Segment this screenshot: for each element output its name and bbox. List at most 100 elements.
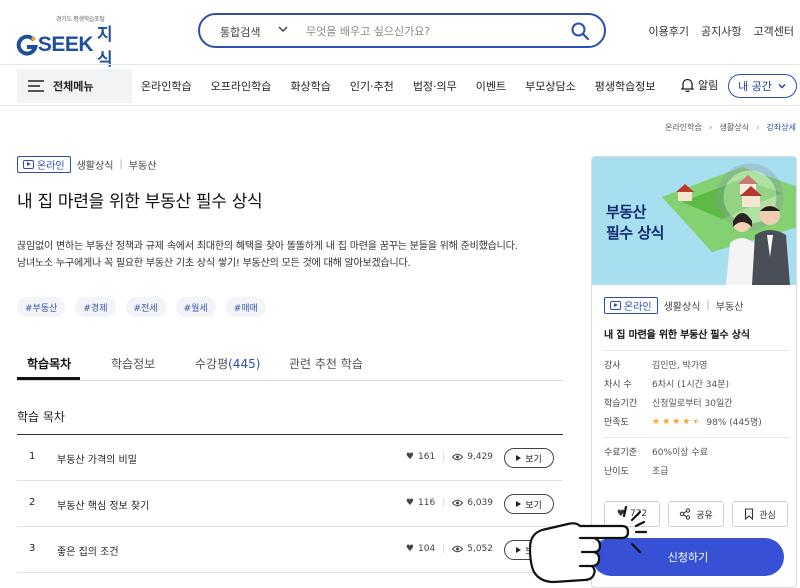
thumbnail-title-line2: 필수 상식 [606,224,664,242]
course-tabs: 학습목차 학습정보 수강평(445) 관련 추천 학습 [17,343,563,381]
view-count: 9,429 [467,452,493,462]
gseek-logo[interactable]: 경기도 평생학습포털 SEEK 지식 [16,14,128,70]
course-subcategory: 부동산 [128,161,157,172]
nav-item-event[interactable]: 이벤트 [476,78,506,94]
description-line: 끊임없이 변하는 부동산 정책과 규제 속에서 최대한의 혜택을 찾아 똘똘하게… [17,241,518,252]
lesson-number: 3 [29,543,36,554]
divider: | [442,452,446,462]
info-row: 난이도 초급 [604,461,789,480]
breadcrumb: 온라인학습 › 생활상식 › 강좌상세 [665,122,796,133]
online-badge-label: 온라인 [37,161,65,172]
breadcrumb-current: 강좌상세 [766,123,796,132]
heart-icon: ♥ [405,544,414,554]
alarm-button[interactable]: 알림 [681,77,718,93]
toc-heading: 학습 목차 [17,410,65,424]
search-category-select[interactable]: 통합검색 [220,24,260,40]
my-space-button[interactable]: 내 공간 [728,74,797,98]
tab-info[interactable]: 학습정보 [111,355,155,372]
completion-value: 60%이상 수료 [652,448,708,458]
card-category-row: 온라인 생활상식 | 부동산 [604,297,743,314]
lesson-number: 2 [29,497,36,508]
bookmark-label: 관심 [759,510,776,521]
like-count: 104 [418,544,436,554]
info-label: 난이도 [604,467,629,477]
online-badge: 온라인 [17,156,71,173]
online-badge-label: 온라인 [624,302,652,313]
breadcrumb-item[interactable]: 온라인학습 [665,122,702,133]
nav-item-popular[interactable]: 인기·추천 [350,78,394,94]
search-input[interactable] [306,22,556,40]
share-button[interactable]: 공유 [668,501,724,527]
info-row: 만족도 ★ ★ ★ ★ ★ 98% (445명) [604,412,789,431]
header: 경기도 평생학습포털 SEEK 지식 통합검색 이용후기 공지사항 고객센터 [0,0,800,70]
tag-chip[interactable]: #부동산 [17,297,66,317]
nav-item-video[interactable]: 화상학습 [290,78,330,94]
info-label: 차시 수 [604,380,632,390]
tab-review[interactable]: 수강평(445) [195,355,260,372]
nav-item-online[interactable]: 온라인학습 [141,78,192,94]
play-icon [516,547,522,553]
view-count: 6,039 [467,498,493,508]
course-category: 생활상식 [76,161,114,172]
info-row: 학습기간 신청일로부터 30일간 [604,393,789,412]
nav-item-info[interactable]: 평생학습정보 [595,78,656,94]
link-reviews[interactable]: 이용후기 [649,23,689,39]
tag-chip[interactable]: #경제 [75,297,116,317]
toc-list: 1 부동산 가격의 비밀 ♥ 161 | 9,429 보기 2 부동산 핵심 정… [17,434,563,573]
lesson-stats: ♥ 104 | 5,052 [406,544,493,554]
nav-item-legal[interactable]: 법정·의무 [413,78,457,94]
course-thumbnail: 부동산 필수 상식 [592,157,796,285]
link-support[interactable]: 고객센터 [754,23,794,39]
divider: | [119,159,123,170]
star-icon: ★ [682,416,691,427]
info-label: 수료기준 [604,448,638,458]
breadcrumb-item[interactable]: 생활상식 [719,122,748,133]
course-description: 끊임없이 변하는 부동산 정책과 규제 속에서 최대한의 혜택을 찾아 똘똘하게… [17,238,518,272]
nav-item-parent[interactable]: 부모상담소 [525,78,576,94]
info-label: 만족도 [604,418,629,428]
all-menu-button[interactable]: 전체메뉴 [17,69,132,103]
lesson-name: 부동산 핵심 정보 찾기 [57,501,150,512]
star-icon: ★ [672,416,681,427]
tag-chip[interactable]: #매매 [225,297,266,317]
link-notice[interactable]: 공지사항 [701,23,741,39]
tab-related[interactable]: 관련 추천 학습 [289,355,363,372]
hamburger-icon [28,80,44,92]
tab-toc[interactable]: 학습목차 [27,355,71,372]
table-row: 1 부동산 가격의 비밀 ♥ 161 | 9,429 보기 [17,435,563,481]
play-icon [610,301,621,310]
bookmark-button[interactable]: 관심 [732,501,788,527]
search-icon[interactable] [570,21,590,41]
tag-chip[interactable]: #전세 [125,297,166,317]
logo-g-icon [16,34,38,56]
lesson-name: 좋은 집의 조건 [57,547,119,558]
card-category: 생활상식 [663,302,701,313]
chevron-right-icon: › [708,122,713,133]
share-label: 공유 [696,510,713,521]
share-icon [680,508,691,520]
divider: | [442,498,446,508]
play-icon [23,160,34,169]
view-count: 5,052 [467,544,493,554]
play-icon [516,455,522,461]
chevron-down-icon[interactable] [276,22,290,36]
heart-icon: ♥ [405,452,414,462]
tag-chip[interactable]: #월세 [175,297,216,317]
card-subcategory: 부동산 [715,302,744,313]
lesson-stats: ♥ 161 | 9,429 [406,452,493,462]
table-row: 3 좋은 집의 조건 ♥ 104 | 5,052 보기 [17,527,563,573]
view-lesson-button[interactable]: 보기 [504,448,554,468]
tab-review-label: 수강평 [195,357,229,371]
star-half-icon: ★ [692,416,701,427]
logo-text: SEEK [37,33,94,56]
bookmark-icon [745,508,754,520]
divider: | [442,544,446,554]
logo-korean: 지식 [97,25,113,70]
eye-icon [452,453,464,461]
active-tab-indicator [17,377,80,380]
eye-icon [452,499,464,507]
top-links: 이용후기 공지사항 고객센터 [649,23,794,39]
view-button-label: 보기 [525,454,542,465]
nav-item-offline[interactable]: 오프라인학습 [211,78,272,94]
instructor-value: 김인만, 박가영 [652,361,708,371]
